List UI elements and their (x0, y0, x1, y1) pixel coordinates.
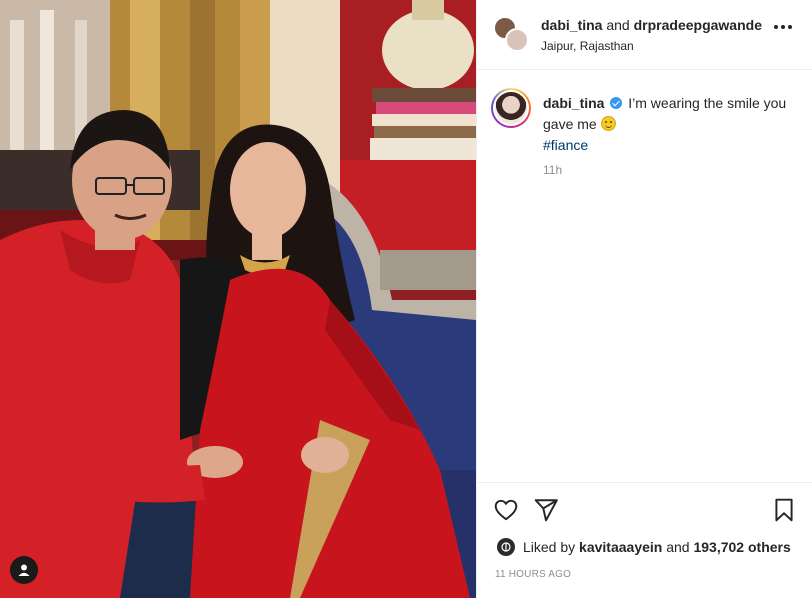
like-button[interactable] (493, 497, 519, 523)
share-button[interactable] (533, 497, 559, 523)
paper-plane-icon (534, 499, 558, 522)
liker-avatar[interactable] (497, 538, 515, 556)
post-header: dabi_tina and drpradeepgawande Jaipur, R… (477, 0, 812, 70)
liked-by-prefix: Liked by (523, 539, 576, 555)
tagged-users-button[interactable] (10, 556, 38, 584)
bookmark-icon (775, 498, 793, 522)
liked-by-and: and (666, 539, 690, 555)
more-horizontal-icon (774, 25, 778, 29)
author-avatars[interactable] (493, 16, 529, 52)
author-username[interactable]: dabi_tina (541, 17, 602, 33)
post-caption: dabi_tina I’m wearing the smile you gave… (477, 70, 812, 482)
photo-illustration (0, 0, 476, 598)
liker-avatar-icon (501, 542, 511, 552)
save-button[interactable] (771, 497, 797, 523)
caption-relative-time[interactable]: 11h (543, 163, 562, 177)
post-photo[interactable] (0, 0, 476, 598)
heart-icon (494, 499, 518, 521)
author-avatar[interactable] (505, 28, 529, 52)
collaborator-username[interactable]: drpradeepgawande (634, 17, 762, 33)
caption-username[interactable]: dabi_tina (543, 95, 604, 111)
author-names: dabi_tina and drpradeepgawande (541, 17, 762, 33)
hashtag-link[interactable]: #fiance (543, 135, 793, 156)
location-link[interactable]: Jaipur, Rajasthan (541, 39, 634, 53)
liker-username[interactable]: kavitaaayein (579, 539, 662, 555)
and-text: and (606, 17, 630, 33)
more-options-button[interactable] (774, 25, 792, 29)
caption-avatar[interactable] (491, 88, 531, 128)
user-icon (18, 564, 30, 576)
smiley-emoji-icon (600, 116, 616, 131)
caption-text-block: dabi_tina I’m wearing the smile you gave… (543, 93, 793, 156)
verified-badge-icon (610, 97, 623, 109)
likes-summary: Liked by kavitaaayein and 193,702 others (497, 538, 791, 556)
post-details-panel: dabi_tina and drpradeepgawande Jaipur, R… (476, 0, 812, 598)
post-timestamp[interactable]: 11 HOURS AGO (495, 569, 571, 580)
likes-others-count[interactable]: 193,702 others (693, 539, 790, 555)
post-actions: Liked by kavitaaayein and 193,702 others… (477, 482, 812, 598)
